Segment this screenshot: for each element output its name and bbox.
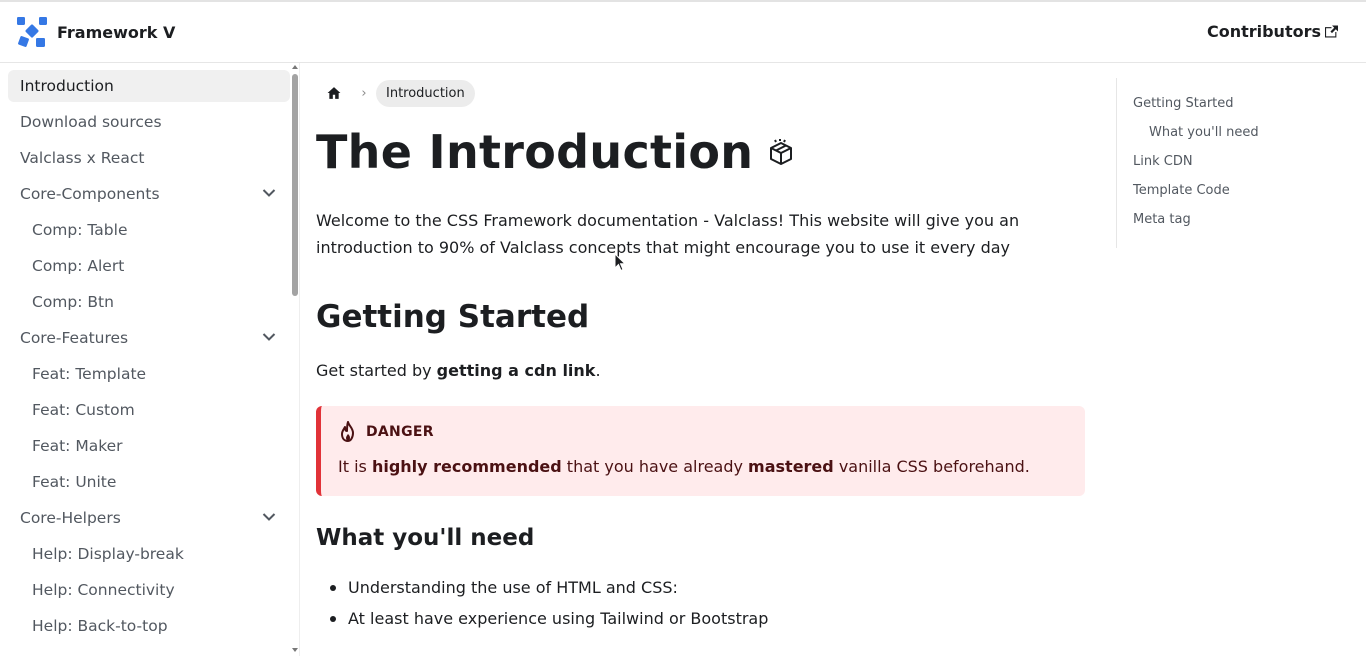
brand-title: Framework V	[57, 22, 176, 42]
external-link-icon	[1325, 25, 1338, 38]
chevron-down-icon[interactable]	[262, 332, 276, 342]
danger-text-part: that you have already	[561, 457, 749, 476]
requirements-list: Understanding the use of HTML and CSS: A…	[329, 577, 768, 639]
danger-label: DANGER	[366, 424, 434, 440]
danger-text-part: It is	[338, 457, 372, 476]
breadcrumb: › Introduction	[316, 78, 475, 108]
sidebar: Introduction Download sources Valclass x…	[0, 63, 300, 656]
contributors-label: Contributors	[1206, 22, 1321, 41]
sidebar-item-feat-unite[interactable]: Feat: Unite	[8, 466, 290, 498]
toc-item-getting-started[interactable]: Getting Started	[1133, 96, 1234, 111]
chevron-down-icon[interactable]	[262, 512, 276, 522]
sidebar-category-core-features[interactable]: Core-Features	[8, 322, 290, 354]
sidebar-item-introduction[interactable]: Introduction	[8, 70, 290, 102]
navbar: Framework V Contributors	[0, 2, 1366, 63]
table-of-contents: Getting Started What you'll need Link CD…	[1116, 78, 1346, 248]
sidebar-category-core-components[interactable]: Core-Components	[8, 178, 290, 210]
sidebar-item-label: Core-Features	[20, 329, 129, 347]
toc-item-link-cdn[interactable]: Link CDN	[1133, 154, 1193, 169]
sidebar-item-comp-table[interactable]: Comp: Table	[8, 214, 290, 246]
danger-text: It is highly recommended that you have a…	[338, 457, 1030, 476]
paragraph-bold-text: getting a cdn link	[436, 361, 596, 380]
danger-text-bold: highly recommended	[371, 457, 562, 476]
sidebar-item-help-display-break[interactable]: Help: Display-break	[8, 538, 290, 570]
sidebar-item-label: Help: Display-break	[32, 545, 184, 563]
sidebar-item-label: Core-Components	[20, 185, 160, 203]
danger-text-part: vanilla CSS beforehand.	[833, 457, 1030, 476]
list-item: At least have experience using Tailwind …	[329, 608, 768, 639]
home-icon	[327, 87, 341, 99]
intro-paragraph: Welcome to the CSS Framework documentati…	[316, 211, 1020, 257]
breadcrumb-separator-icon: ›	[361, 85, 367, 101]
sidebar-item-label: Feat: Template	[32, 365, 147, 383]
mouse-cursor-icon	[614, 253, 626, 272]
list-item: Understanding the use of HTML and CSS:	[329, 577, 768, 608]
page-title-text: The Introduction	[316, 125, 754, 179]
sidebar-item-download-sources[interactable]: Download sources	[8, 106, 290, 138]
sidebar-item-label: Help: Connectivity	[32, 581, 175, 599]
brand-link[interactable]: Framework V	[16, 16, 175, 48]
sidebar-item-help-back-to-top[interactable]: Help: Back-to-top	[8, 610, 290, 642]
sidebar-item-feat-maker[interactable]: Feat: Maker	[8, 430, 290, 462]
danger-admonition: DANGER It is highly recommended that you…	[316, 406, 1085, 496]
sidebar-item-feat-custom[interactable]: Feat: Custom	[8, 394, 290, 426]
home-link[interactable]	[316, 78, 352, 108]
logo-icon	[17, 17, 47, 47]
sidebar-item-label: Feat: Unite	[32, 473, 117, 491]
sidebar-item-label: Comp: Table	[32, 221, 128, 239]
toc-item-meta-tag[interactable]: Meta tag	[1133, 212, 1191, 227]
scrollbar-thumb[interactable]	[292, 74, 298, 296]
sidebar-category-core-helpers[interactable]: Core-Helpers	[8, 502, 290, 534]
paragraph-text: Get started by	[316, 361, 437, 380]
contributors-link[interactable]: Contributors	[1207, 22, 1338, 41]
section-heading-getting-started: Getting Started	[316, 299, 590, 335]
sidebar-item-label: Core-Helpers	[20, 509, 121, 527]
sidebar-item-label: Download sources	[20, 113, 162, 131]
box-icon	[770, 139, 793, 165]
sidebar-item-comp-btn[interactable]: Comp: Btn	[8, 286, 290, 318]
sidebar-item-label: Help: Back-to-top	[32, 617, 168, 635]
breadcrumb-current: Introduction	[376, 79, 475, 107]
sidebar-item-label: Feat: Custom	[32, 401, 135, 419]
sidebar-item-label: Comp: Btn	[32, 293, 114, 311]
toc-item-template-code[interactable]: Template Code	[1133, 183, 1230, 198]
getting-started-paragraph: Get started by getting a cdn link.	[316, 361, 601, 380]
sidebar-item-comp-alert[interactable]: Comp: Alert	[8, 250, 290, 282]
section-heading-what-youll-need: What you'll need	[316, 525, 535, 551]
chevron-down-icon[interactable]	[262, 188, 276, 198]
sidebar-item-help-connectivity[interactable]: Help: Connectivity	[8, 574, 290, 606]
scroll-down-arrow-icon[interactable]	[292, 648, 298, 652]
danger-text-bold: mastered	[748, 457, 834, 476]
sidebar-item-valclass-react[interactable]: Valclass x React	[8, 142, 290, 174]
sidebar-item-label: Feat: Maker	[32, 437, 123, 455]
scroll-up-arrow-icon[interactable]	[292, 65, 298, 69]
sidebar-scrollbar[interactable]	[291, 63, 299, 656]
paragraph-text: .	[595, 361, 601, 380]
main-content: › Introduction The Introduction Welcome …	[316, 63, 1086, 656]
sidebar-item-label: Introduction	[20, 77, 114, 95]
sidebar-item-label: Comp: Alert	[32, 257, 125, 275]
fire-icon	[341, 421, 354, 442]
page-title: The Introduction	[316, 125, 795, 179]
toc-item-what-youll-need[interactable]: What you'll need	[1149, 125, 1259, 140]
sidebar-item-label: Valclass x React	[20, 149, 145, 167]
sidebar-item-feat-template[interactable]: Feat: Template	[8, 358, 290, 390]
danger-heading: DANGER	[338, 421, 434, 443]
